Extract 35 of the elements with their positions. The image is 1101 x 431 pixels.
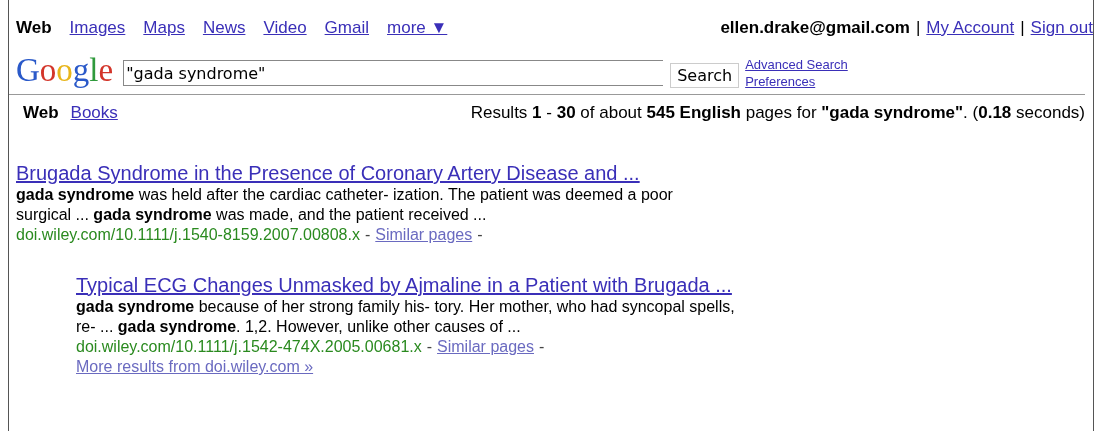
result-title-link[interactable]: Brugada Syndrome in the Presence of Coronary Artery Disease and ... bbox=[16, 161, 640, 185]
user-email: ellen.drake@gmail.com bbox=[720, 18, 910, 38]
nav-tab[interactable]: News bbox=[202, 18, 246, 38]
result-url: doi.wiley.com/10.1111/j.1540-8159.2007.00808.x bbox=[16, 225, 360, 245]
search-option-link[interactable]: Preferences bbox=[745, 73, 848, 90]
result-tab[interactable]: Web bbox=[23, 103, 59, 123]
search-button[interactable]: Search bbox=[670, 62, 740, 88]
search-option-link[interactable]: Advanced Search bbox=[745, 56, 848, 73]
result-snippet: surgical ... gada syndrome was made, and the patient received ... bbox=[16, 205, 487, 225]
nav-tab[interactable]: more ▼ bbox=[387, 18, 448, 38]
result-snippet: re- ... gada syndrome. 1,2. However, unlike other causes of ... bbox=[76, 317, 521, 337]
nav-tab[interactable]: Images bbox=[69, 18, 126, 38]
account-link[interactable]: Sign out bbox=[1030, 18, 1093, 38]
nav-tab[interactable]: Gmail bbox=[324, 18, 369, 38]
result-url: doi.wiley.com/10.1111/j.1542-474X.2005.00681.x bbox=[76, 337, 422, 357]
separator-text: - bbox=[426, 337, 433, 357]
separator-text: - bbox=[539, 337, 545, 357]
similar-pages-link[interactable]: Similar pages bbox=[437, 337, 534, 357]
nav-tab[interactable]: Video bbox=[263, 18, 307, 38]
separator-text: | bbox=[915, 18, 921, 38]
separator-text: - bbox=[364, 225, 371, 245]
separator-text: | bbox=[1020, 18, 1025, 38]
nav-tab[interactable]: Web bbox=[16, 18, 52, 38]
account-link[interactable]: My Account bbox=[926, 18, 1015, 38]
search-field[interactable]: "gada syndrome" bbox=[123, 60, 664, 86]
result-snippet: gada syndrome because of her strong family his- tory. Her mother, who had syncopal spells, bbox=[76, 297, 735, 317]
more-results-link[interactable]: More results from doi.wiley.com » bbox=[76, 357, 314, 377]
result-tab[interactable]: Books bbox=[70, 103, 118, 123]
result-title-link[interactable]: Typical ECG Changes Unmasked by Ajmaline in a Patient with Brugada ... bbox=[76, 273, 732, 297]
results-summary: Results 1 - 30 of about 545 English pages for "gada syndrome". (0.18 seconds) bbox=[470, 103, 1085, 123]
nav-tab[interactable]: Maps bbox=[143, 18, 185, 38]
similar-pages-link[interactable]: Similar pages bbox=[375, 225, 473, 245]
result-snippet: gada syndrome was held after the cardiac catheter- ization. The patient was deemed a poor bbox=[16, 185, 673, 205]
separator-text: - bbox=[477, 225, 483, 245]
logo: Google bbox=[16, 51, 114, 89]
